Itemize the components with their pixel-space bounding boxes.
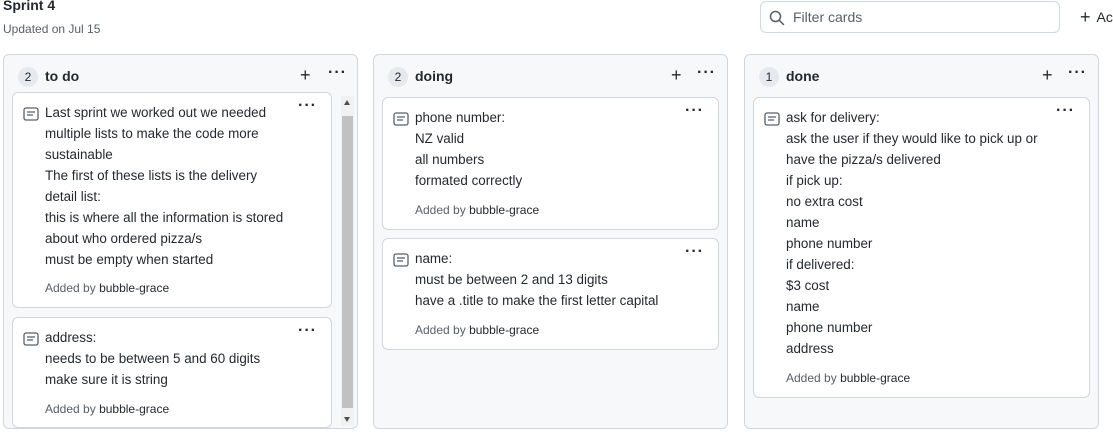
filter-cards-input[interactable] (793, 2, 1053, 32)
card-line: detail list: (45, 189, 101, 204)
column-name: to do (45, 68, 80, 84)
added-by-prefix: Added by (786, 371, 837, 385)
added-by-prefix: Added by (45, 402, 96, 416)
card-line: ask for delivery: (786, 110, 880, 125)
column-header: 2 doing + ··· (374, 55, 727, 97)
card-added-by: Added by bubble-grace (415, 323, 539, 337)
card[interactable]: ··· address: needs to be between 5 and 6… (12, 317, 332, 428)
card[interactable]: ··· name: must be between 2 and 13 digit… (382, 238, 719, 350)
card[interactable]: ··· Last sprint we worked out we needed … (12, 92, 332, 308)
added-by-user[interactable]: bubble-grace (469, 203, 539, 217)
column-name: doing (415, 68, 454, 84)
column-header: 2 to do + ··· (4, 55, 357, 97)
note-icon (23, 107, 39, 121)
card-line: needs to be between 5 and 60 digits (45, 351, 261, 366)
card-line: sustainable (45, 147, 113, 162)
column-to-do: 2 to do + ··· ··· Last sprint we worked … (3, 54, 358, 429)
scrollbar-thumb[interactable] (342, 116, 353, 408)
card-line: must be empty when started (45, 252, 214, 267)
added-by-prefix: Added by (45, 281, 96, 295)
card-count-badge: 1 (759, 67, 779, 87)
card-added-by: Added by bubble-grace (45, 281, 169, 295)
card-line: phone number: (415, 110, 506, 125)
card-content: ask for delivery: ask the user if they w… (786, 107, 1038, 359)
column-more-icon[interactable]: ··· (328, 64, 347, 82)
note-icon (764, 112, 780, 126)
card-line: name (786, 215, 820, 230)
card-line: address: (45, 330, 97, 345)
card-line: NZ valid (415, 131, 465, 146)
card-line: Last sprint we worked out we needed (45, 105, 267, 120)
card-line: The first of these lists is the delivery (45, 168, 258, 183)
added-by-user[interactable]: bubble-grace (99, 402, 169, 416)
card-count-badge: 2 (18, 67, 38, 87)
add-column-button[interactable]: + Ac (1080, 6, 1113, 28)
card-line: have the pizza/s delivered (786, 152, 941, 167)
note-icon (23, 332, 39, 346)
add-card-button[interactable]: + (300, 66, 311, 84)
added-by-prefix: Added by (415, 203, 466, 217)
added-by-user[interactable]: bubble-grace (840, 371, 910, 385)
plus-icon: + (1080, 7, 1091, 27)
column-more-icon[interactable]: ··· (697, 64, 716, 82)
card-content: name: must be between 2 and 13 digits ha… (415, 248, 658, 311)
card-content: Last sprint we worked out we needed mult… (45, 102, 283, 270)
card-count-badge: 2 (388, 67, 408, 87)
updated-date: Updated on Jul 15 (3, 22, 101, 36)
card-line: have a .title to make the first letter c… (415, 293, 659, 308)
card-more-icon[interactable]: ··· (685, 243, 704, 261)
card-more-icon[interactable]: ··· (1056, 102, 1075, 120)
add-card-button[interactable]: + (1042, 66, 1053, 84)
card-line: name (786, 299, 820, 314)
filter-cards-field[interactable] (760, 1, 1060, 33)
card-line: $3 cost (786, 278, 830, 293)
column-done: 1 done + ··· ··· ask for delivery: ask t… (744, 54, 1099, 429)
card-more-icon[interactable]: ··· (298, 322, 317, 340)
search-icon (769, 10, 785, 26)
card-more-icon[interactable]: ··· (685, 102, 704, 120)
card-content: address: needs to be between 5 and 60 di… (45, 327, 260, 390)
card-line: multiple lists to make the code more (45, 126, 259, 141)
card-line: about who ordered pizza/s (45, 231, 203, 246)
card-line: all numbers (415, 152, 485, 167)
project-title: Sprint 4 (3, 0, 56, 13)
column-header: 1 done + ··· (745, 55, 1098, 97)
card-more-icon[interactable]: ··· (298, 97, 317, 115)
card-line: address (786, 341, 834, 356)
card-line: must be between 2 and 13 digits (415, 272, 608, 287)
note-icon (393, 112, 409, 126)
add-column-label: Ac (1096, 9, 1113, 25)
card-line: ask the user if they would like to pick … (786, 131, 1038, 146)
card-added-by: Added by bubble-grace (786, 371, 910, 385)
card-line: phone number (786, 236, 873, 251)
added-by-user[interactable]: bubble-grace (469, 323, 539, 337)
card-line: if delivered: (786, 257, 855, 272)
card-line: no extra cost (786, 194, 863, 209)
card-line: phone number (786, 320, 873, 335)
card-content: phone number: NZ valid all numbers forma… (415, 107, 522, 191)
add-card-button[interactable]: + (671, 66, 682, 84)
card-added-by: Added by bubble-grace (45, 402, 169, 416)
column-name: done (786, 68, 820, 84)
added-by-user[interactable]: bubble-grace (99, 281, 169, 295)
scroll-down-arrow-icon[interactable] (344, 417, 350, 422)
added-by-prefix: Added by (415, 323, 466, 337)
card-line: name: (415, 251, 453, 266)
card-line: make sure it is string (45, 372, 168, 387)
note-icon (393, 253, 409, 267)
column-doing: 2 doing + ··· ··· phone number: NZ valid… (373, 54, 728, 429)
card[interactable]: ··· phone number: NZ valid all numbers f… (382, 97, 719, 230)
card-line: this is where all the information is sto… (45, 210, 284, 225)
column-scrollbar[interactable] (341, 96, 354, 426)
card-added-by: Added by bubble-grace (415, 203, 539, 217)
scroll-up-arrow-icon[interactable] (344, 100, 350, 105)
card-line: formated correctly (415, 173, 523, 188)
card[interactable]: ··· ask for delivery: ask the user if th… (753, 97, 1090, 398)
card-line: if pick up: (786, 173, 843, 188)
column-more-icon[interactable]: ··· (1068, 64, 1087, 82)
